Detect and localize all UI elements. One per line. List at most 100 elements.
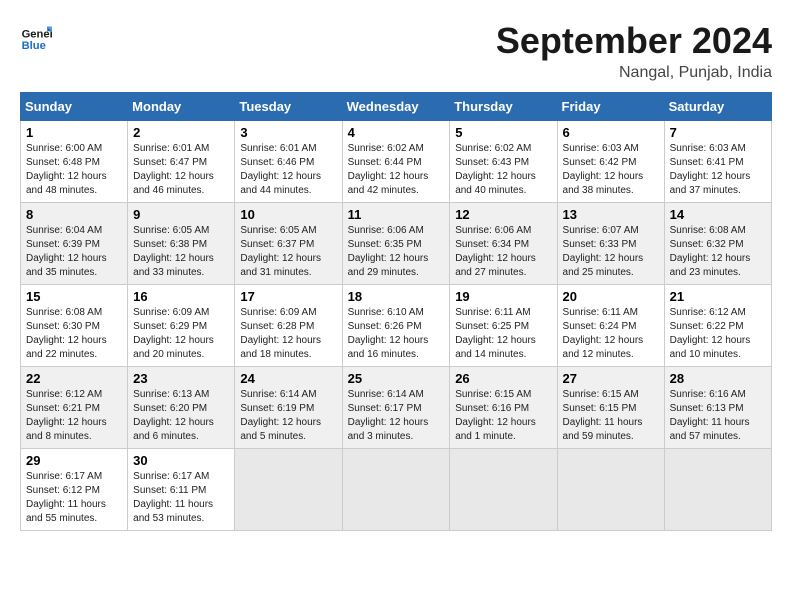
- day-number: 7: [670, 125, 766, 140]
- location-title: Nangal, Punjab, India: [496, 64, 772, 82]
- svg-text:Blue: Blue: [22, 40, 46, 52]
- table-row: 8 Sunrise: 6:04 AMSunset: 6:39 PMDaylight…: [21, 203, 128, 285]
- day-number: 4: [348, 125, 445, 140]
- day-number: 14: [670, 207, 766, 222]
- table-row: 4 Sunrise: 6:02 AMSunset: 6:44 PMDaylight…: [342, 121, 450, 203]
- day-info: Sunrise: 6:17 AMSunset: 6:12 PMDaylight:…: [26, 470, 122, 526]
- day-info: Sunrise: 6:01 AMSunset: 6:46 PMDaylight:…: [240, 142, 336, 198]
- logo: General Blue: [20, 20, 52, 52]
- day-number: 23: [133, 371, 229, 386]
- table-row: [342, 449, 450, 531]
- calendar-table: Sunday Monday Tuesday Wednesday Thursday…: [20, 92, 772, 531]
- table-row: [664, 449, 771, 531]
- table-row: 23 Sunrise: 6:13 AMSunset: 6:20 PMDayligh…: [128, 367, 235, 449]
- table-row: 21 Sunrise: 6:12 AMSunset: 6:22 PMDayligh…: [664, 285, 771, 367]
- calendar-row: 8 Sunrise: 6:04 AMSunset: 6:39 PMDaylight…: [21, 203, 772, 285]
- day-info: Sunrise: 6:12 AMSunset: 6:22 PMDaylight:…: [670, 306, 766, 362]
- table-row: 11Sunrise: 6:06 AMSunset: 6:35 PMDayligh…: [342, 203, 450, 285]
- table-row: [450, 449, 557, 531]
- logo-icon: General Blue: [20, 20, 52, 52]
- table-row: 7Sunrise: 6:03 AMSunset: 6:41 PMDaylight…: [664, 121, 771, 203]
- day-number: 22: [26, 371, 122, 386]
- day-info: Sunrise: 6:08 AMSunset: 6:32 PMDaylight:…: [670, 224, 766, 280]
- day-info: Sunrise: 6:14 AMSunset: 6:19 PMDaylight:…: [240, 388, 336, 444]
- col-thursday: Thursday: [450, 93, 557, 121]
- day-number: 25: [348, 371, 445, 386]
- day-number: 15: [26, 289, 122, 304]
- table-row: 16 Sunrise: 6:09 AMSunset: 6:29 PMDayligh…: [128, 285, 235, 367]
- table-row: 27 Sunrise: 6:15 AMSunset: 6:15 PMDayligh…: [557, 367, 664, 449]
- day-number: 20: [563, 289, 659, 304]
- table-row: 14 Sunrise: 6:08 AMSunset: 6:32 PMDayligh…: [664, 203, 771, 285]
- calendar-row: 22Sunrise: 6:12 AMSunset: 6:21 PMDayligh…: [21, 367, 772, 449]
- day-number: 29: [26, 453, 122, 468]
- col-sunday: Sunday: [21, 93, 128, 121]
- table-row: 29 Sunrise: 6:17 AMSunset: 6:12 PMDayligh…: [21, 449, 128, 531]
- table-row: [557, 449, 664, 531]
- day-info: Sunrise: 6:08 AMSunset: 6:30 PMDaylight:…: [26, 306, 122, 362]
- day-number: 8: [26, 207, 122, 222]
- day-info: Sunrise: 6:09 AMSunset: 6:29 PMDaylight:…: [133, 306, 229, 362]
- day-number: 1: [26, 125, 122, 140]
- day-info: Sunrise: 6:09 AMSunset: 6:28 PMDaylight:…: [240, 306, 336, 362]
- day-number: 27: [563, 371, 659, 386]
- table-row: 19 Sunrise: 6:11 AMSunset: 6:25 PMDayligh…: [450, 285, 557, 367]
- table-row: 25 Sunrise: 6:14 AMSunset: 6:17 PMDayligh…: [342, 367, 450, 449]
- table-row: 17 Sunrise: 6:09 AMSunset: 6:28 PMDayligh…: [235, 285, 342, 367]
- day-info: Sunrise: 6:13 AMSunset: 6:20 PMDaylight:…: [133, 388, 229, 444]
- table-row: 13 Sunrise: 6:07 AMSunset: 6:33 PMDayligh…: [557, 203, 664, 285]
- col-monday: Monday: [128, 93, 235, 121]
- day-info: Sunrise: 6:17 AMSunset: 6:11 PMDaylight:…: [133, 470, 229, 526]
- day-info: Sunrise: 6:14 AMSunset: 6:17 PMDaylight:…: [348, 388, 445, 444]
- day-info: Sunrise: 6:11 AMSunset: 6:25 PMDaylight:…: [455, 306, 551, 362]
- col-friday: Friday: [557, 93, 664, 121]
- day-number: 2: [133, 125, 229, 140]
- day-number: 10: [240, 207, 336, 222]
- title-area: September 2024 Nangal, Punjab, India: [496, 20, 772, 82]
- table-row: 22Sunrise: 6:12 AMSunset: 6:21 PMDayligh…: [21, 367, 128, 449]
- day-info: Sunrise: 6:06 AMSunset: 6:34 PMDaylight:…: [455, 224, 551, 280]
- day-info: Sunrise: 6:02 AMSunset: 6:44 PMDaylight:…: [348, 142, 445, 198]
- day-number: 18: [348, 289, 445, 304]
- day-info: Sunrise: 6:04 AMSunset: 6:39 PMDaylight:…: [26, 224, 122, 280]
- day-number: 28: [670, 371, 766, 386]
- day-info: Sunrise: 6:11 AMSunset: 6:24 PMDaylight:…: [563, 306, 659, 362]
- table-row: 2Sunrise: 6:01 AMSunset: 6:47 PMDaylight…: [128, 121, 235, 203]
- table-row: 18Sunrise: 6:10 AMSunset: 6:26 PMDayligh…: [342, 285, 450, 367]
- day-info: Sunrise: 6:16 AMSunset: 6:13 PMDaylight:…: [670, 388, 766, 444]
- day-info: Sunrise: 6:07 AMSunset: 6:33 PMDaylight:…: [563, 224, 659, 280]
- table-row: 10 Sunrise: 6:05 AMSunset: 6:37 PMDayligh…: [235, 203, 342, 285]
- day-info: Sunrise: 6:05 AMSunset: 6:37 PMDaylight:…: [240, 224, 336, 280]
- day-info: Sunrise: 6:15 AMSunset: 6:15 PMDaylight:…: [563, 388, 659, 444]
- day-number: 19: [455, 289, 551, 304]
- table-row: 6Sunrise: 6:03 AMSunset: 6:42 PMDaylight…: [557, 121, 664, 203]
- day-info: Sunrise: 6:02 AMSunset: 6:43 PMDaylight:…: [455, 142, 551, 198]
- day-number: 13: [563, 207, 659, 222]
- table-row: 5Sunrise: 6:02 AMSunset: 6:43 PMDaylight…: [450, 121, 557, 203]
- calendar-row: 15 Sunrise: 6:08 AMSunset: 6:30 PMDayligh…: [21, 285, 772, 367]
- table-row: 3 Sunrise: 6:01 AMSunset: 6:46 PMDaylight…: [235, 121, 342, 203]
- day-number: 21: [670, 289, 766, 304]
- table-row: 24 Sunrise: 6:14 AMSunset: 6:19 PMDayligh…: [235, 367, 342, 449]
- day-number: 3: [240, 125, 336, 140]
- day-number: 30: [133, 453, 229, 468]
- day-number: 17: [240, 289, 336, 304]
- table-row: 12 Sunrise: 6:06 AMSunset: 6:34 PMDayligh…: [450, 203, 557, 285]
- table-row: [235, 449, 342, 531]
- table-row: 1Sunrise: 6:00 AMSunset: 6:48 PMDaylight…: [21, 121, 128, 203]
- day-number: 26: [455, 371, 551, 386]
- day-number: 9: [133, 207, 229, 222]
- day-number: 16: [133, 289, 229, 304]
- day-number: 24: [240, 371, 336, 386]
- calendar-row: 29 Sunrise: 6:17 AMSunset: 6:12 PMDayligh…: [21, 449, 772, 531]
- col-tuesday: Tuesday: [235, 93, 342, 121]
- table-row: 26Sunrise: 6:15 AMSunset: 6:16 PMDayligh…: [450, 367, 557, 449]
- day-number: 12: [455, 207, 551, 222]
- table-row: 9Sunrise: 6:05 AMSunset: 6:38 PMDaylight…: [128, 203, 235, 285]
- table-row: 15 Sunrise: 6:08 AMSunset: 6:30 PMDayligh…: [21, 285, 128, 367]
- month-title: September 2024: [496, 20, 772, 62]
- table-row: 28 Sunrise: 6:16 AMSunset: 6:13 PMDayligh…: [664, 367, 771, 449]
- day-info: Sunrise: 6:03 AMSunset: 6:42 PMDaylight:…: [563, 142, 659, 198]
- day-number: 11: [348, 207, 445, 222]
- col-wednesday: Wednesday: [342, 93, 450, 121]
